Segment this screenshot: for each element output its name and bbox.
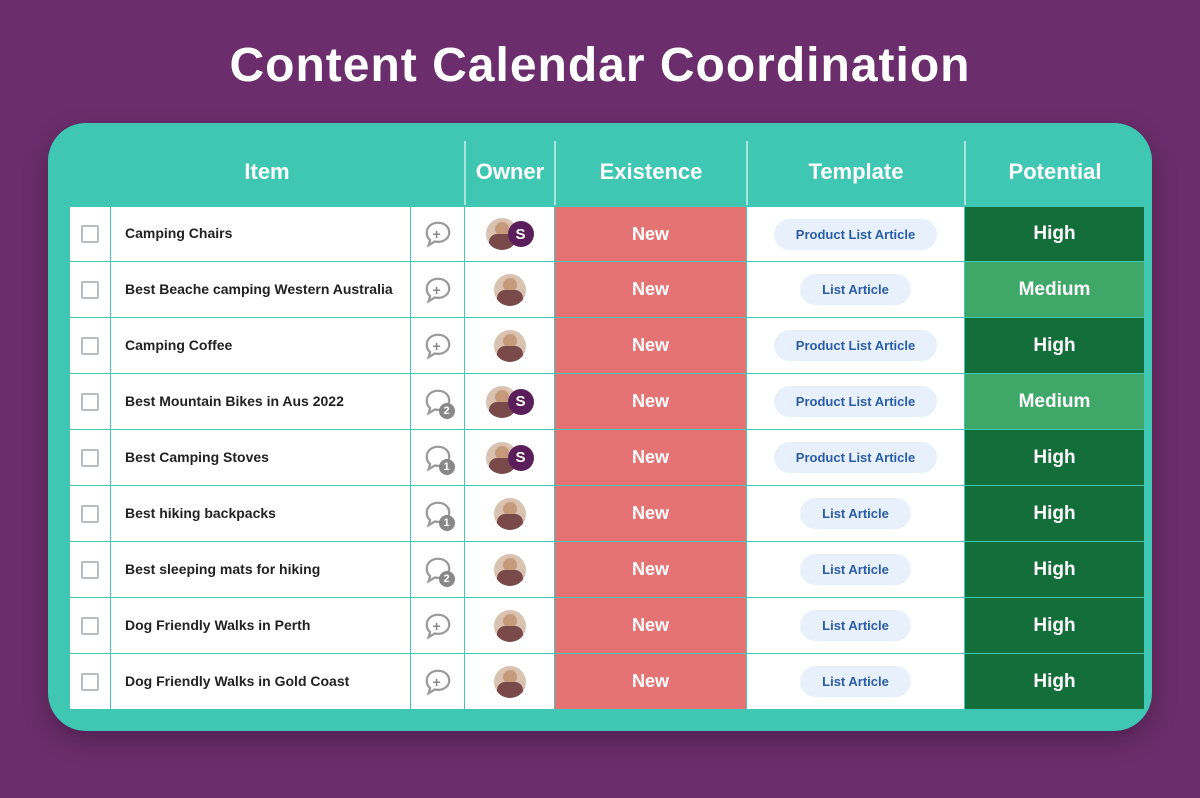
add-comment-icon: + (433, 618, 441, 634)
comment-icon[interactable]: + (423, 667, 453, 697)
item-title[interactable]: Best hiking backpacks (110, 485, 410, 541)
content-calendar-panel: Item Owner Existence Template Potential … (48, 123, 1152, 731)
column-header-existence: Existence (554, 141, 746, 205)
avatar (494, 274, 526, 306)
comment-icon[interactable]: 2 (423, 555, 453, 585)
row-checkbox[interactable] (81, 393, 99, 411)
potential-cell[interactable]: High (964, 541, 1144, 597)
template-pill[interactable]: List Article (800, 498, 911, 529)
owner-cell[interactable]: S (486, 386, 534, 418)
existence-cell[interactable]: New (554, 653, 746, 709)
comment-count: 2 (439, 571, 455, 587)
comment-icon[interactable]: + (423, 611, 453, 641)
comment-icon[interactable]: 1 (423, 443, 453, 473)
add-comment-icon: + (433, 226, 441, 242)
template-pill[interactable]: List Article (800, 610, 911, 641)
template-pill[interactable]: Product List Article (774, 219, 937, 250)
item-title[interactable]: Best Mountain Bikes in Aus 2022 (110, 373, 410, 429)
owner-cell[interactable] (494, 666, 526, 698)
owner-cell[interactable] (494, 274, 526, 306)
owner-badge: S (508, 389, 534, 415)
row-checkbox[interactable] (81, 225, 99, 243)
avatar (494, 330, 526, 362)
owner-cell[interactable] (494, 330, 526, 362)
comment-count: 1 (439, 515, 455, 531)
row-checkbox[interactable] (81, 673, 99, 691)
owner-cell[interactable] (494, 554, 526, 586)
potential-cell[interactable]: Medium (964, 261, 1144, 317)
avatar (494, 498, 526, 530)
row-checkbox[interactable] (81, 505, 99, 523)
row-checkbox[interactable] (81, 337, 99, 355)
column-header-potential: Potential (964, 141, 1144, 205)
existence-cell[interactable]: New (554, 317, 746, 373)
potential-cell[interactable]: High (964, 205, 1144, 261)
comment-icon[interactable]: 2 (423, 387, 453, 417)
owner-cell[interactable]: S (486, 218, 534, 250)
owner-cell[interactable]: S (486, 442, 534, 474)
item-title[interactable]: Dog Friendly Walks in Perth (110, 597, 410, 653)
existence-cell[interactable]: New (554, 373, 746, 429)
add-comment-icon: + (433, 338, 441, 354)
row-checkbox[interactable] (81, 281, 99, 299)
page-title: Content Calendar Coordination (0, 0, 1200, 123)
column-header-owner: Owner (464, 141, 554, 205)
comment-icon[interactable]: + (423, 331, 453, 361)
existence-cell[interactable]: New (554, 429, 746, 485)
item-title[interactable]: Camping Coffee (110, 317, 410, 373)
existence-cell[interactable]: New (554, 541, 746, 597)
comment-icon[interactable]: 1 (423, 499, 453, 529)
item-title[interactable]: Best sleeping mats for hiking (110, 541, 410, 597)
potential-cell[interactable]: High (964, 653, 1144, 709)
item-title[interactable]: Best Camping Stoves (110, 429, 410, 485)
existence-cell[interactable]: New (554, 597, 746, 653)
comment-icon[interactable]: + (423, 219, 453, 249)
comment-count: 2 (439, 403, 455, 419)
avatar (494, 666, 526, 698)
item-title[interactable]: Camping Chairs (110, 205, 410, 261)
column-header-template: Template (746, 141, 964, 205)
existence-cell[interactable]: New (554, 205, 746, 261)
add-comment-icon: + (433, 282, 441, 298)
template-pill[interactable]: List Article (800, 274, 911, 305)
avatar (494, 554, 526, 586)
template-pill[interactable]: List Article (800, 666, 911, 697)
add-comment-icon: + (433, 674, 441, 690)
template-pill[interactable]: Product List Article (774, 330, 937, 361)
content-table: Item Owner Existence Template Potential … (70, 141, 1130, 709)
potential-cell[interactable]: High (964, 597, 1144, 653)
row-checkbox[interactable] (81, 561, 99, 579)
template-pill[interactable]: Product List Article (774, 386, 937, 417)
owner-cell[interactable] (494, 610, 526, 642)
comment-count: 1 (439, 459, 455, 475)
potential-cell[interactable]: Medium (964, 373, 1144, 429)
avatar (494, 610, 526, 642)
item-title[interactable]: Dog Friendly Walks in Gold Coast (110, 653, 410, 709)
owner-badge: S (508, 445, 534, 471)
template-pill[interactable]: List Article (800, 554, 911, 585)
row-checkbox[interactable] (81, 449, 99, 467)
owner-badge: S (508, 221, 534, 247)
existence-cell[interactable]: New (554, 261, 746, 317)
owner-cell[interactable] (494, 498, 526, 530)
potential-cell[interactable]: High (964, 485, 1144, 541)
comment-icon[interactable]: + (423, 275, 453, 305)
item-title[interactable]: Best Beache camping Western Australia (110, 261, 410, 317)
row-checkbox[interactable] (81, 617, 99, 635)
column-header-item: Item (70, 141, 464, 205)
template-pill[interactable]: Product List Article (774, 442, 937, 473)
potential-cell[interactable]: High (964, 429, 1144, 485)
existence-cell[interactable]: New (554, 485, 746, 541)
potential-cell[interactable]: High (964, 317, 1144, 373)
